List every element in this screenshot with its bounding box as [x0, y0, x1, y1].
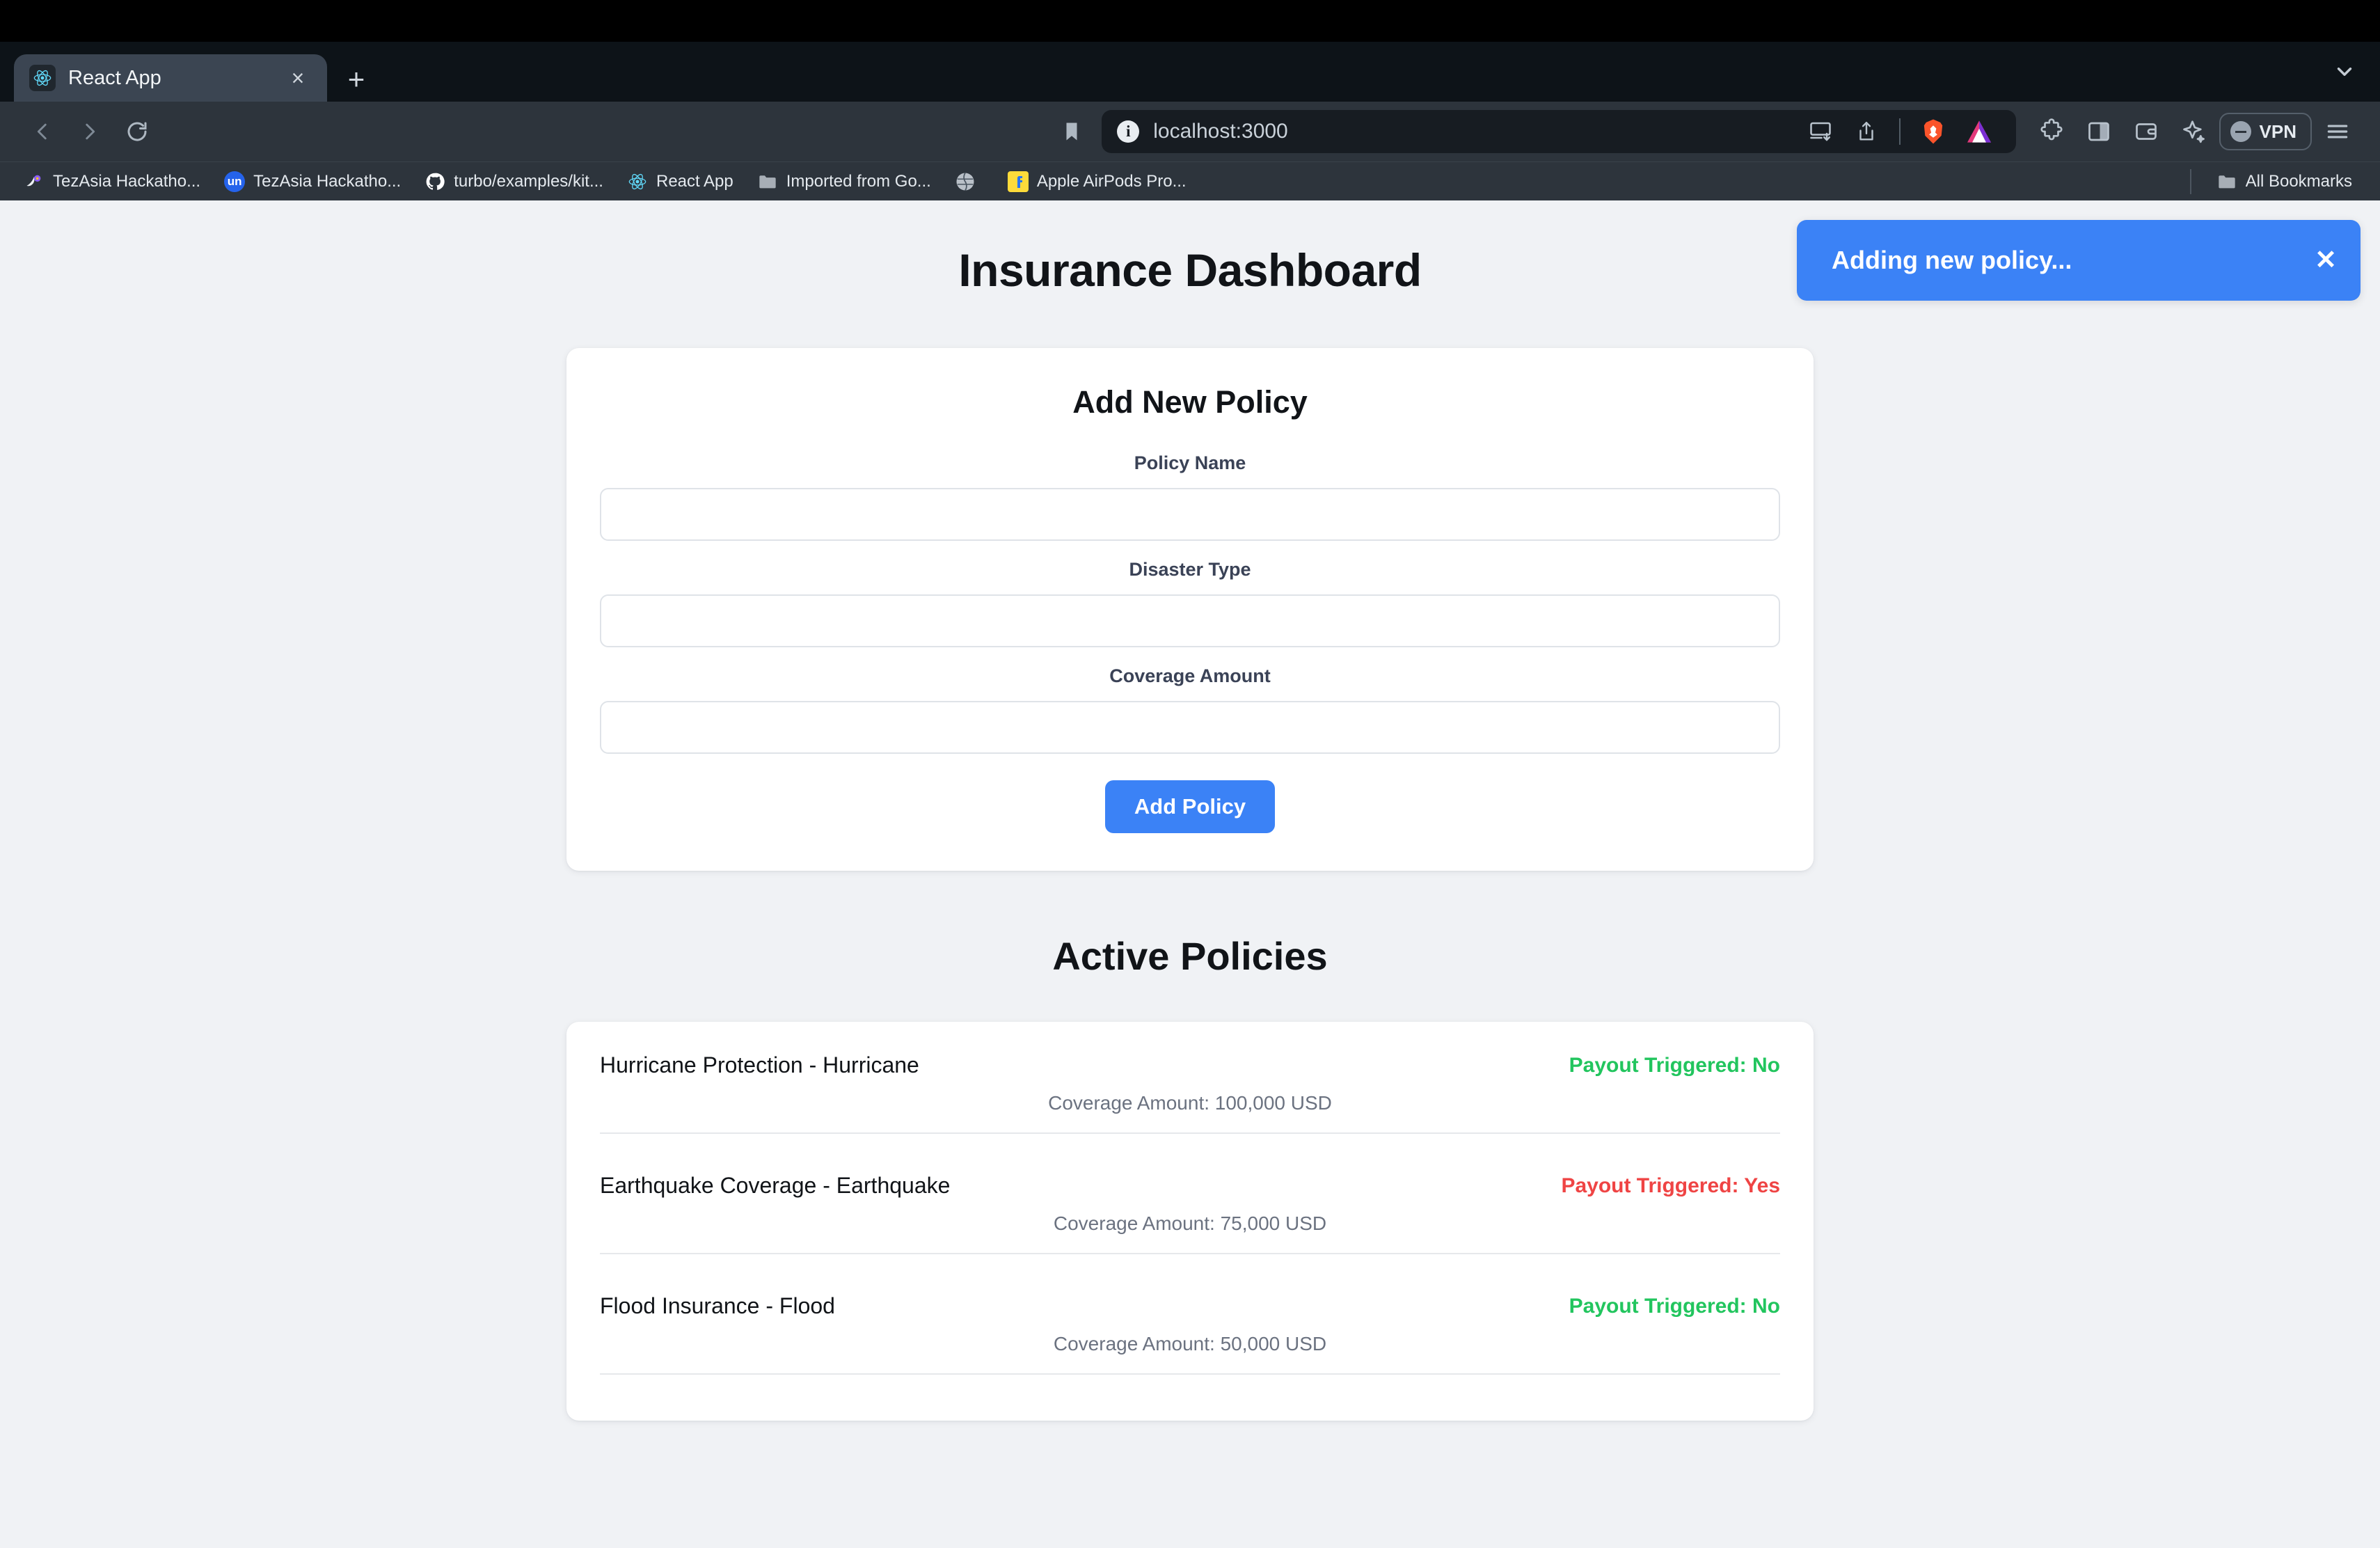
tab-title: React App: [68, 66, 161, 89]
back-arrow-icon[interactable]: [21, 110, 64, 153]
tab-strip: React App × +: [0, 42, 2380, 102]
status-badge: Payout Triggered: Yes: [1561, 1174, 1780, 1197]
status-badge: Payout Triggered: No: [1569, 1294, 1780, 1318]
bookmark-item[interactable]: Apple AirPods Pro...: [997, 166, 1198, 198]
reload-icon[interactable]: [116, 110, 159, 153]
bookmark-icon[interactable]: [1050, 110, 1093, 153]
vpn-label: VPN: [2259, 120, 2296, 142]
bookmark-label: TezAsia Hackatho...: [53, 171, 201, 191]
form-heading: Add New Policy: [1072, 384, 1308, 420]
github-icon: [425, 171, 445, 192]
add-policy-card: Add New Policy Policy Name Disaster Type…: [566, 348, 1814, 871]
active-policies-card: Hurricane Protection - Hurricane Payout …: [566, 1022, 1814, 1421]
policy-row[interactable]: Earthquake Coverage - Earthquake Payout …: [600, 1152, 1780, 1272]
dashboard-page: Insurance Dashboard Add New Policy Polic…: [0, 200, 2380, 1421]
all-bookmarks-button[interactable]: All Bookmarks: [2205, 166, 2363, 198]
brave-lion-icon[interactable]: [1912, 110, 1955, 153]
bookmark-label: turbo/examples/kit...: [454, 171, 603, 191]
bookmark-item[interactable]: turbo/examples/kit...: [413, 166, 614, 198]
browser-toolbar: i localhost:3000 VPN: [0, 102, 2380, 161]
new-tab-button[interactable]: +: [334, 57, 379, 102]
info-icon[interactable]: i: [1117, 120, 1140, 143]
close-icon[interactable]: ✕: [2315, 247, 2337, 274]
bookmark-label: React App: [656, 171, 733, 191]
hamburger-menu-icon[interactable]: [2316, 110, 2359, 153]
toast-message: Adding new policy...: [1832, 246, 2072, 274]
toast-notification: Adding new policy... ✕: [1797, 220, 2361, 301]
row-divider: [600, 1253, 1780, 1254]
row-divider: [600, 1373, 1780, 1375]
bookmark-item[interactable]: un TezAsia Hackatho...: [213, 166, 412, 198]
row-divider: [600, 1132, 1780, 1134]
active-policies-heading: Active Policies: [1052, 934, 1328, 978]
policy-name: Flood Insurance - Flood: [600, 1293, 835, 1318]
extensions-puzzle-icon[interactable]: [2030, 110, 2073, 153]
sidebar-panel-icon[interactable]: [2077, 110, 2120, 153]
policy-coverage: Coverage Amount: 100,000 USD: [1048, 1092, 1332, 1114]
address-bar[interactable]: i localhost:3000: [1102, 110, 2016, 153]
share-icon[interactable]: [1845, 110, 1888, 153]
coverage-amount-label: Coverage Amount: [1109, 665, 1271, 686]
status-badge: Payout Triggered: No: [1569, 1053, 1780, 1077]
field-coverage-amount: Coverage Amount: [600, 665, 1780, 754]
folder-icon: [757, 171, 778, 192]
unstoppable-un-icon: un: [224, 171, 246, 192]
tezasia-icon: [24, 171, 45, 192]
bookmark-item[interactable]: React App: [616, 166, 745, 198]
browser-window: React App × + i localhost:3000 VPN TezAs…: [0, 0, 2380, 1548]
policy-coverage: Coverage Amount: 75,000 USD: [1053, 1213, 1327, 1234]
wallet-icon[interactable]: [2125, 110, 2168, 153]
url-text: localhost:3000: [1153, 120, 1288, 143]
bookmark-folder-item[interactable]: Imported from Go...: [746, 166, 942, 198]
policy-row[interactable]: Hurricane Protection - Hurricane Payout …: [600, 1052, 1780, 1152]
browser-tab-react-app[interactable]: React App ×: [14, 54, 327, 102]
coverage-amount-input[interactable]: [600, 701, 1780, 754]
forward-arrow-icon[interactable]: [68, 110, 111, 153]
brave-rewards-triangle-icon[interactable]: [1958, 110, 2001, 153]
policy-name: Hurricane Protection - Hurricane: [600, 1052, 919, 1077]
window-titlebar: [0, 0, 2380, 42]
form-actions: Add Policy: [600, 780, 1780, 833]
leo-sparkle-icon[interactable]: [2172, 110, 2215, 153]
field-disaster-type: Disaster Type: [600, 559, 1780, 647]
policy-name-label: Policy Name: [1134, 452, 1246, 473]
folder-icon: [2216, 171, 2237, 192]
disaster-type-label: Disaster Type: [1129, 559, 1251, 580]
bookmarks-bar: TezAsia Hackatho... un TezAsia Hackatho.…: [0, 161, 2380, 200]
flipkart-icon: [1007, 171, 1029, 192]
chevron-down-icon[interactable]: [2333, 60, 2356, 89]
react-icon: [29, 65, 56, 91]
add-policy-button[interactable]: Add Policy: [1104, 780, 1276, 833]
field-policy-name: Policy Name: [600, 452, 1780, 541]
toolbar-divider: [1898, 118, 1901, 145]
policy-row[interactable]: Flood Insurance - Flood Payout Triggered…: [600, 1272, 1780, 1393]
bookmark-item[interactable]: TezAsia Hackatho...: [13, 166, 212, 198]
react-icon: [627, 171, 648, 192]
cast-icon[interactable]: [1799, 110, 1842, 153]
vpn-status-icon: [2230, 121, 2251, 142]
bookmark-label: TezAsia Hackatho...: [253, 171, 402, 191]
globe-icon: [955, 171, 976, 192]
policy-name: Earthquake Coverage - Earthquake: [600, 1173, 951, 1198]
bookmark-label: Imported from Go...: [786, 171, 931, 191]
bookmark-label: Apple AirPods Pro...: [1036, 171, 1187, 191]
policy-coverage: Coverage Amount: 50,000 USD: [1053, 1333, 1327, 1354]
policy-name-input[interactable]: [600, 488, 1780, 541]
disaster-type-input[interactable]: [600, 594, 1780, 647]
all-bookmarks-label: All Bookmarks: [2245, 171, 2352, 191]
close-icon[interactable]: ×: [284, 67, 312, 89]
vpn-button[interactable]: VPN: [2219, 113, 2312, 150]
page-viewport: Adding new policy... ✕ Insurance Dashboa…: [0, 200, 2380, 1548]
bookmarks-divider: [2189, 168, 2191, 194]
bookmark-item[interactable]: [944, 166, 995, 198]
